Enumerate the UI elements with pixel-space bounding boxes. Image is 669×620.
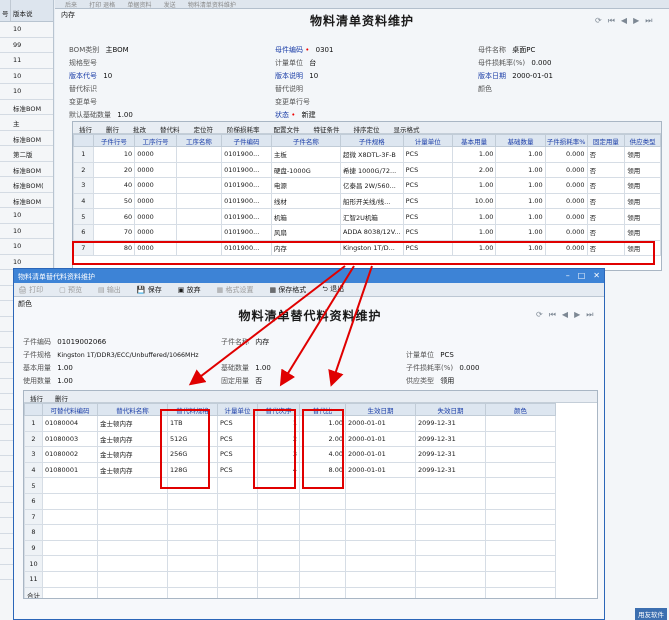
- status-bar-brand: 用友软件: [635, 608, 667, 620]
- annotation-arrows: [188, 265, 373, 387]
- arrow-to-ratio: [328, 265, 373, 387]
- arrow-to-order: [279, 265, 355, 387]
- arrow-to-spec: [188, 265, 346, 386]
